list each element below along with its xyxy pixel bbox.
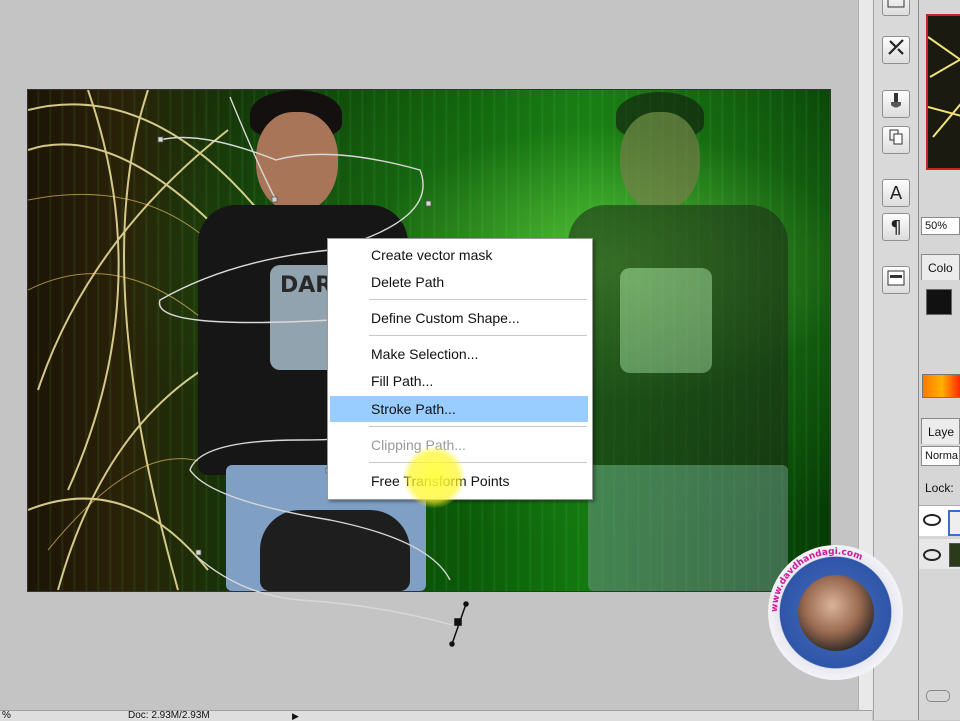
layer-thumbnail xyxy=(949,543,960,567)
menu-item-clipping-path: Clipping Path... xyxy=(371,437,466,453)
navigator-thumbnail[interactable] xyxy=(926,14,960,170)
layer-row-path[interactable] xyxy=(919,505,960,536)
menu-separator xyxy=(369,426,587,427)
layer-row-background[interactable] xyxy=(919,539,960,569)
panel-icon[interactable] xyxy=(882,0,910,16)
lock-label: Lock: xyxy=(925,481,954,495)
paragraph-icon[interactable]: ¶ xyxy=(882,213,910,241)
panel-bottom-link-icon[interactable] xyxy=(926,690,950,702)
zoom-field[interactable]: 50% xyxy=(921,217,960,235)
menu-item-free-transform-points[interactable]: Free Transform Points xyxy=(330,468,588,494)
blend-mode-select[interactable]: Norma xyxy=(921,446,960,466)
color-ramp[interactable] xyxy=(922,374,960,398)
path-context-menu: Create vector mask Delete Path Define Cu… xyxy=(327,238,593,500)
eye-icon[interactable] xyxy=(923,514,941,526)
tab-color[interactable]: Colo xyxy=(921,254,960,280)
layer-comps-icon[interactable] xyxy=(882,266,910,294)
character-icon[interactable]: A xyxy=(882,179,910,207)
menu-item-define-custom-shape[interactable]: Define Custom Shape... xyxy=(330,305,588,331)
tab-layers[interactable]: Laye xyxy=(921,418,960,444)
status-bar: % Doc: 2.93M/2.93M ▶ xyxy=(0,710,872,721)
svg-text:www.davdhandagi.com: www.davdhandagi.com xyxy=(770,547,864,612)
eye-icon[interactable] xyxy=(923,549,941,561)
menu-item-fill-path[interactable]: Fill Path... xyxy=(330,368,588,394)
clone-stamp-icon[interactable] xyxy=(882,126,910,154)
watermark-badge: www.davdhandagi.com xyxy=(768,545,903,680)
tools-icon[interactable] xyxy=(882,36,910,64)
foreground-color-swatch[interactable] xyxy=(926,289,952,315)
menu-item-create-vector-mask[interactable]: Create vector mask xyxy=(330,242,588,268)
watermark-text: www.davdhandagi.com xyxy=(770,547,864,612)
menu-separator xyxy=(369,335,587,336)
menu-item-stroke-path[interactable]: Stroke Path... xyxy=(330,396,588,422)
menu-item-make-selection[interactable]: Make Selection... xyxy=(330,341,588,367)
layer-thumbnail xyxy=(948,510,960,536)
watermark-text-ring: www.davdhandagi.com xyxy=(770,547,864,612)
menu-separator xyxy=(369,299,587,300)
menu-separator xyxy=(369,462,587,463)
brush-icon[interactable] xyxy=(882,90,910,118)
menu-item-delete-path[interactable]: Delete Path xyxy=(330,269,588,295)
